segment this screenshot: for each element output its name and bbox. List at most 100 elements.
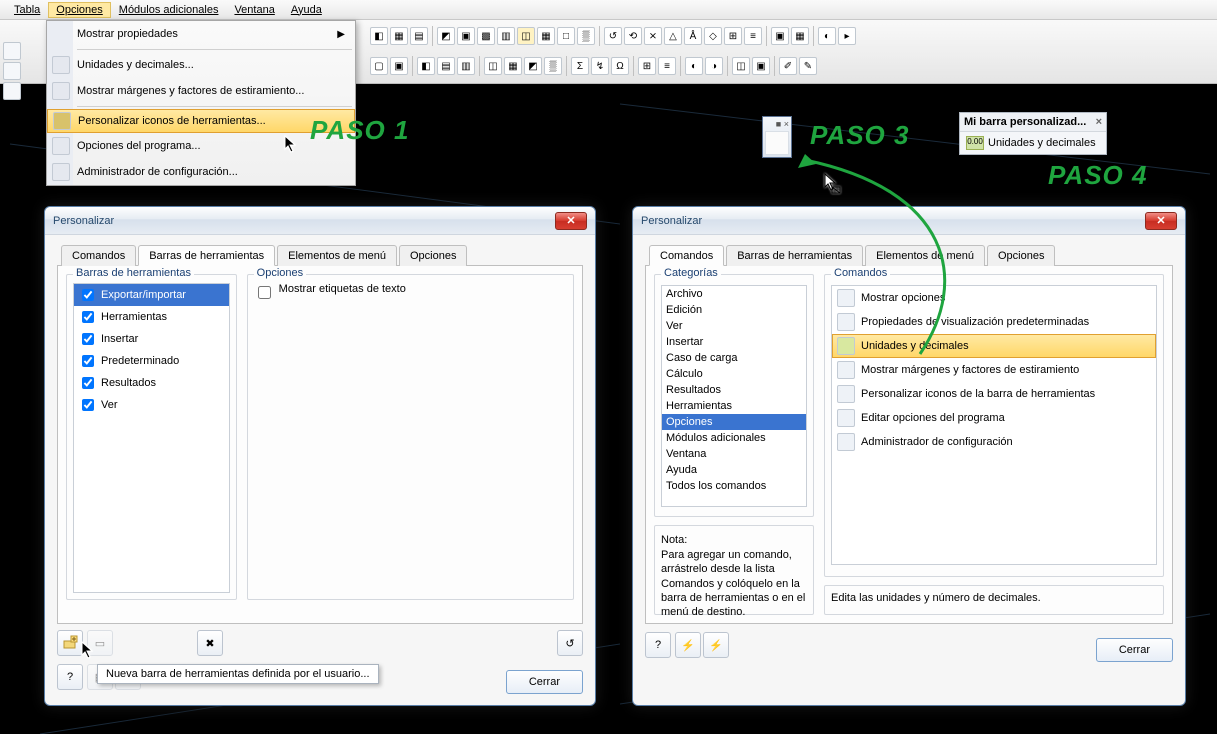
command-item[interactable]: Mostrar opciones: [832, 286, 1156, 310]
commands-listbox[interactable]: Mostrar opciones Propiedades de visualiz…: [831, 285, 1157, 565]
toolbar-checkbox[interactable]: [82, 311, 94, 323]
toolbar-icon[interactable]: ✐: [779, 57, 797, 75]
toolbar-icon[interactable]: ▣: [771, 27, 789, 45]
toolbar-icon[interactable]: ◑: [705, 57, 723, 75]
command-item[interactable]: Mostrar márgenes y factores de estiramie…: [832, 358, 1156, 382]
side-tool-icon[interactable]: [3, 62, 21, 80]
toolbar-icon[interactable]: Σ: [571, 57, 589, 75]
help-button[interactable]: ?: [57, 664, 83, 690]
toolbar-icon[interactable]: ▦: [537, 27, 555, 45]
tab-barras-herramientas[interactable]: Barras de herramientas: [726, 245, 863, 266]
help-button[interactable]: ?: [645, 632, 671, 658]
toolbar-icon[interactable]: ◫: [732, 57, 750, 75]
dd-mostrar-propiedades[interactable]: Mostrar propiedades ▶: [47, 21, 355, 47]
list-item[interactable]: Ayuda: [662, 462, 806, 478]
list-item[interactable]: Ventana: [662, 446, 806, 462]
dialog-close-button[interactable]: ✕: [1145, 212, 1177, 230]
command-item-selected[interactable]: Unidades y decimales: [832, 334, 1156, 358]
show-labels-checkbox[interactable]: [258, 286, 271, 299]
toolbar-icon[interactable]: ◐: [685, 57, 703, 75]
dialog-icon-button[interactable]: ⚡: [703, 632, 729, 658]
toolbar-icon[interactable]: Å: [684, 27, 702, 45]
toolbar-icon[interactable]: ▦: [504, 57, 522, 75]
toolbar-icon[interactable]: ≡: [744, 27, 762, 45]
toolbar-icon[interactable]: ▩: [477, 27, 495, 45]
toolbar-icon[interactable]: ▣: [390, 57, 408, 75]
list-item[interactable]: Módulos adicionales: [662, 430, 806, 446]
toolbar-icon[interactable]: □: [557, 27, 575, 45]
toolbar-checkbox[interactable]: [82, 355, 94, 367]
list-item[interactable]: Cálculo: [662, 366, 806, 382]
toolbar-icon[interactable]: ▦: [791, 27, 809, 45]
list-item[interactable]: Resultados: [74, 372, 229, 394]
list-item[interactable]: Predeterminado: [74, 350, 229, 372]
palette-drop-zone[interactable]: [765, 131, 789, 155]
command-item[interactable]: Personalizar iconos de la barra de herra…: [832, 382, 1156, 406]
palette-close-icon[interactable]: ■ ×: [765, 119, 789, 129]
toolbars-listbox[interactable]: Exportar/importar Herramientas Insertar …: [73, 283, 230, 593]
command-item[interactable]: Propiedades de visualización predetermin…: [832, 310, 1156, 334]
toolbar-checkbox[interactable]: [82, 399, 94, 411]
toolbar-icon[interactable]: ◧: [417, 57, 435, 75]
list-item[interactable]: Herramientas: [74, 306, 229, 328]
toolbar-icon[interactable]: ⟲: [624, 27, 642, 45]
delete-toolbar-button[interactable]: ✖: [197, 630, 223, 656]
toolbar-checkbox[interactable]: [82, 333, 94, 345]
palette-close-icon[interactable]: ×: [1096, 116, 1102, 128]
palette-titlebar[interactable]: Mi barra personalizad... ×: [960, 113, 1106, 132]
toolbar-icon[interactable]: ↺: [604, 27, 622, 45]
toolbar-icon[interactable]: ▣: [752, 57, 770, 75]
dd-mostrar-margenes[interactable]: Mostrar márgenes y factores de estiramie…: [47, 78, 355, 104]
palette-item-label[interactable]: Unidades y decimales: [988, 137, 1096, 149]
toolbar-icon[interactable]: ▤: [437, 57, 455, 75]
menu-ventana[interactable]: Ventana: [226, 2, 282, 18]
toolbar-icon[interactable]: ▤: [410, 27, 428, 45]
list-item[interactable]: Todos los comandos: [662, 478, 806, 494]
toolbar-checkbox[interactable]: [82, 289, 94, 301]
toolbar-icon[interactable]: ⊞: [724, 27, 742, 45]
dialog-titlebar[interactable]: Personalizar ✕: [633, 207, 1185, 235]
toolbar-icon[interactable]: △: [664, 27, 682, 45]
list-item[interactable]: Edición: [662, 302, 806, 318]
cerrar-button[interactable]: Cerrar: [506, 670, 583, 694]
menu-modulos[interactable]: Módulos adicionales: [111, 2, 227, 18]
reset-button[interactable]: ↺: [557, 630, 583, 656]
dd-opciones-programa[interactable]: Opciones del programa...: [47, 133, 355, 159]
side-tool-icon[interactable]: [3, 82, 21, 100]
tab-barras-herramientas[interactable]: Barras de herramientas: [138, 245, 275, 266]
cerrar-button[interactable]: Cerrar: [1096, 638, 1173, 662]
toolbar-icon[interactable]: ▢: [370, 57, 388, 75]
toolbar-icon[interactable]: ▸: [838, 27, 856, 45]
list-item[interactable]: Exportar/importar: [74, 284, 229, 306]
list-item[interactable]: Ver: [74, 394, 229, 416]
toolbar-icon[interactable]: ▒: [544, 57, 562, 75]
toolbar-icon[interactable]: ▥: [457, 57, 475, 75]
dd-personalizar-iconos[interactable]: Personalizar iconos de herramientas...: [47, 109, 355, 133]
menu-ayuda[interactable]: Ayuda: [283, 2, 330, 18]
list-item[interactable]: Insertar: [74, 328, 229, 350]
tab-opciones[interactable]: Opciones: [987, 245, 1055, 266]
list-item[interactable]: Archivo: [662, 286, 806, 302]
tab-elementos-menu[interactable]: Elementos de menú: [277, 245, 397, 266]
toolbar-icon[interactable]: ◩: [437, 27, 455, 45]
dialog-close-button[interactable]: ✕: [555, 212, 587, 230]
toolbar-icon[interactable]: ◇: [704, 27, 722, 45]
toolbar-icon[interactable]: ⨯: [644, 27, 662, 45]
command-item[interactable]: Administrador de configuración: [832, 430, 1156, 454]
toolbar-icon[interactable]: ≡: [658, 57, 676, 75]
toolbar-icon[interactable]: ◫: [517, 27, 535, 45]
new-toolbar-button[interactable]: [57, 630, 83, 656]
tab-elementos-menu[interactable]: Elementos de menú: [865, 245, 985, 266]
tab-comandos[interactable]: Comandos: [649, 245, 724, 266]
toolbar-icon[interactable]: ▒: [577, 27, 595, 45]
list-item[interactable]: Resultados: [662, 382, 806, 398]
dd-administrador-config[interactable]: Administrador de configuración...: [47, 159, 355, 185]
command-item[interactable]: Editar opciones del programa: [832, 406, 1156, 430]
list-item[interactable]: Herramientas: [662, 398, 806, 414]
dialog-titlebar[interactable]: Personalizar ✕: [45, 207, 595, 235]
toolbar-icon[interactable]: ✎: [799, 57, 817, 75]
custom-toolbar-palette[interactable]: Mi barra personalizad... × 0.00 Unidades…: [959, 112, 1107, 155]
list-item[interactable]: Ver: [662, 318, 806, 334]
side-tool-icon[interactable]: [3, 42, 21, 60]
toolbar-icon[interactable]: ▥: [497, 27, 515, 45]
